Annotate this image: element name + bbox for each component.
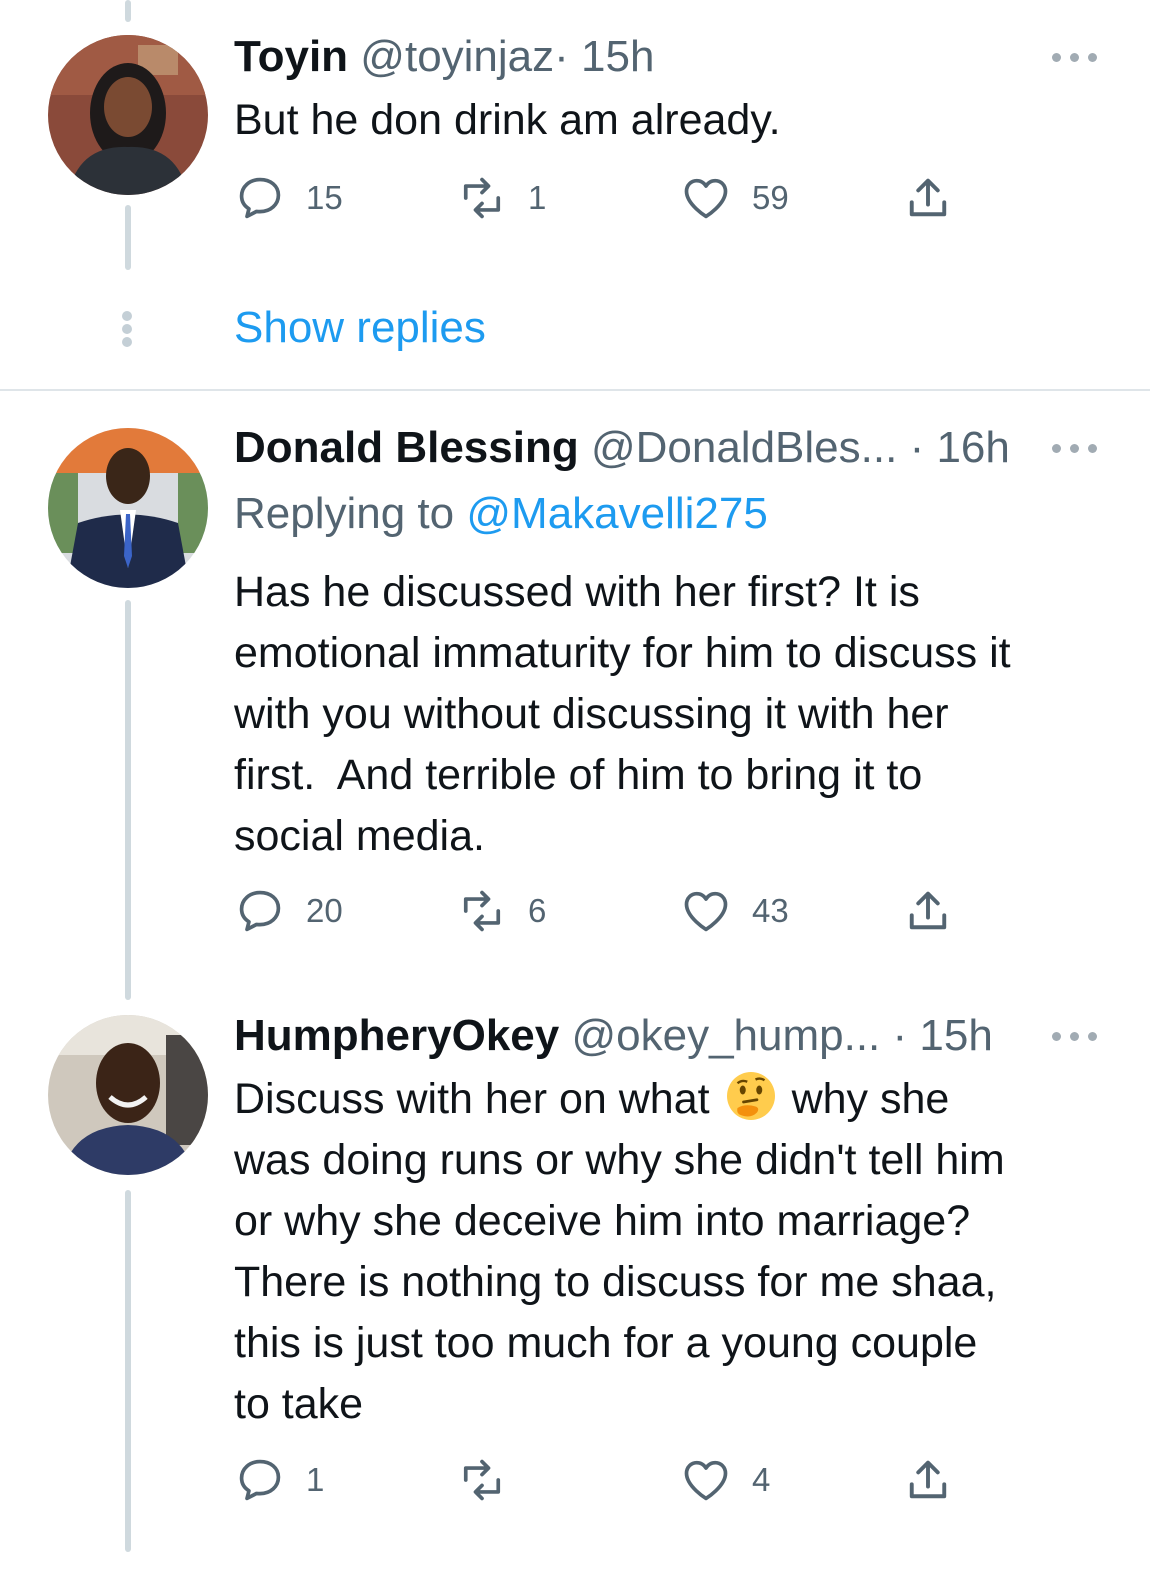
reply-count: 20 (306, 892, 343, 929)
share-button[interactable] (902, 168, 954, 228)
retweet-count: 6 (528, 892, 547, 929)
thread-line-humphery (125, 1190, 131, 1552)
avatar[interactable] (48, 1015, 208, 1175)
heart-icon (684, 1460, 728, 1501)
text-line: first. And terrible of him to bring it t… (234, 751, 923, 799)
heart-icon (684, 891, 728, 932)
text-line: Has he discussed with her first? It is (234, 568, 920, 616)
share-icon (909, 891, 947, 930)
text-line: Discuss with her on what why she (234, 1069, 1134, 1130)
text-line: was doing runs or why she didn't tell hi… (234, 1136, 1005, 1184)
text-fragment: Discuss with her on what (234, 1075, 710, 1123)
replying-to-handle[interactable]: @Makavelli275 (466, 489, 767, 538)
reply-button[interactable]: 20 (234, 881, 343, 941)
thread-line-donald (125, 600, 131, 1000)
more-icon[interactable] (1052, 46, 1098, 66)
like-button[interactable]: 59 (680, 168, 789, 228)
tweet-text: But he don drink am already. (234, 96, 781, 144)
divider (0, 389, 1150, 391)
display-name[interactable]: Donald Blessing (234, 423, 579, 472)
tweet-header: HumpheryOkey @okey_hump... · 15h (234, 1008, 993, 1064)
thread-more-dots-icon (120, 311, 134, 347)
more-icon[interactable] (1052, 1025, 1098, 1045)
text-line: or why she deceive him into marriage? (234, 1197, 971, 1245)
display-name[interactable]: Toyin (234, 32, 348, 81)
retweet-button[interactable]: 6 (456, 881, 546, 941)
replying-to-label: Replying to (234, 489, 455, 538)
retweet-icon (463, 890, 501, 932)
text-line: this is just too much for a young couple (234, 1319, 978, 1367)
thread-line-toyin (125, 205, 131, 270)
like-count: 59 (752, 179, 789, 216)
like-count: 43 (752, 892, 789, 929)
tweet-header: Donald Blessing @DonaldBles... · 16h (234, 420, 1010, 476)
replying-to: Replying to @Makavelli275 (234, 486, 768, 542)
share-button[interactable] (902, 1450, 954, 1510)
tweet-header: Toyin @toyinjaz· 15h (234, 29, 654, 85)
tweet-time[interactable]: · 15h (554, 32, 654, 81)
share-button[interactable] (902, 881, 954, 941)
avatar[interactable] (48, 35, 208, 195)
retweet-icon (463, 1459, 501, 1501)
tweet-time[interactable]: · 16h (910, 423, 1010, 472)
text-line: with you without discussing it with her (234, 690, 949, 738)
text-line: social media. (234, 812, 485, 860)
text-fragment: why she (791, 1075, 950, 1123)
reply-button[interactable]: 1 (234, 1450, 324, 1510)
like-count: 4 (752, 1461, 771, 1498)
user-handle[interactable]: @DonaldBles... (591, 423, 897, 472)
tweet-text: Discuss with her on what why she was doi… (234, 1069, 1134, 1435)
thinking-face-emoji-icon (726, 1072, 775, 1120)
heart-icon (684, 178, 728, 219)
retweet-button[interactable]: 1 (456, 168, 546, 228)
reply-icon (239, 1459, 281, 1501)
reply-icon (239, 177, 281, 219)
show-replies-link[interactable]: Show replies (234, 300, 486, 356)
retweet-count: 1 (528, 179, 547, 216)
user-handle[interactable]: @toyinjaz (360, 32, 554, 81)
text-line: There is nothing to discuss for me shaa, (234, 1258, 997, 1306)
avatar[interactable] (48, 428, 208, 588)
display-name[interactable]: HumpheryOkey (234, 1011, 559, 1060)
like-button[interactable]: 4 (680, 1450, 770, 1510)
share-icon (909, 1460, 947, 1499)
text-line: to take (234, 1380, 364, 1428)
thread-line-top (125, 0, 131, 22)
reply-button[interactable]: 15 (234, 168, 343, 228)
tweet-time[interactable]: · 15h (893, 1011, 993, 1060)
reply-count: 15 (306, 179, 343, 216)
retweet-button[interactable] (456, 1450, 528, 1510)
reply-count: 1 (306, 1461, 325, 1498)
user-handle[interactable]: @okey_hump... (571, 1011, 880, 1060)
retweet-icon (463, 177, 501, 219)
reply-icon (239, 890, 281, 932)
share-icon (909, 178, 947, 217)
more-icon[interactable] (1052, 437, 1098, 457)
tweet-text: Has he discussed with her first? It is e… (234, 562, 1134, 867)
text-line: emotional immaturity for him to discuss … (234, 629, 1011, 677)
like-button[interactable]: 43 (680, 881, 789, 941)
